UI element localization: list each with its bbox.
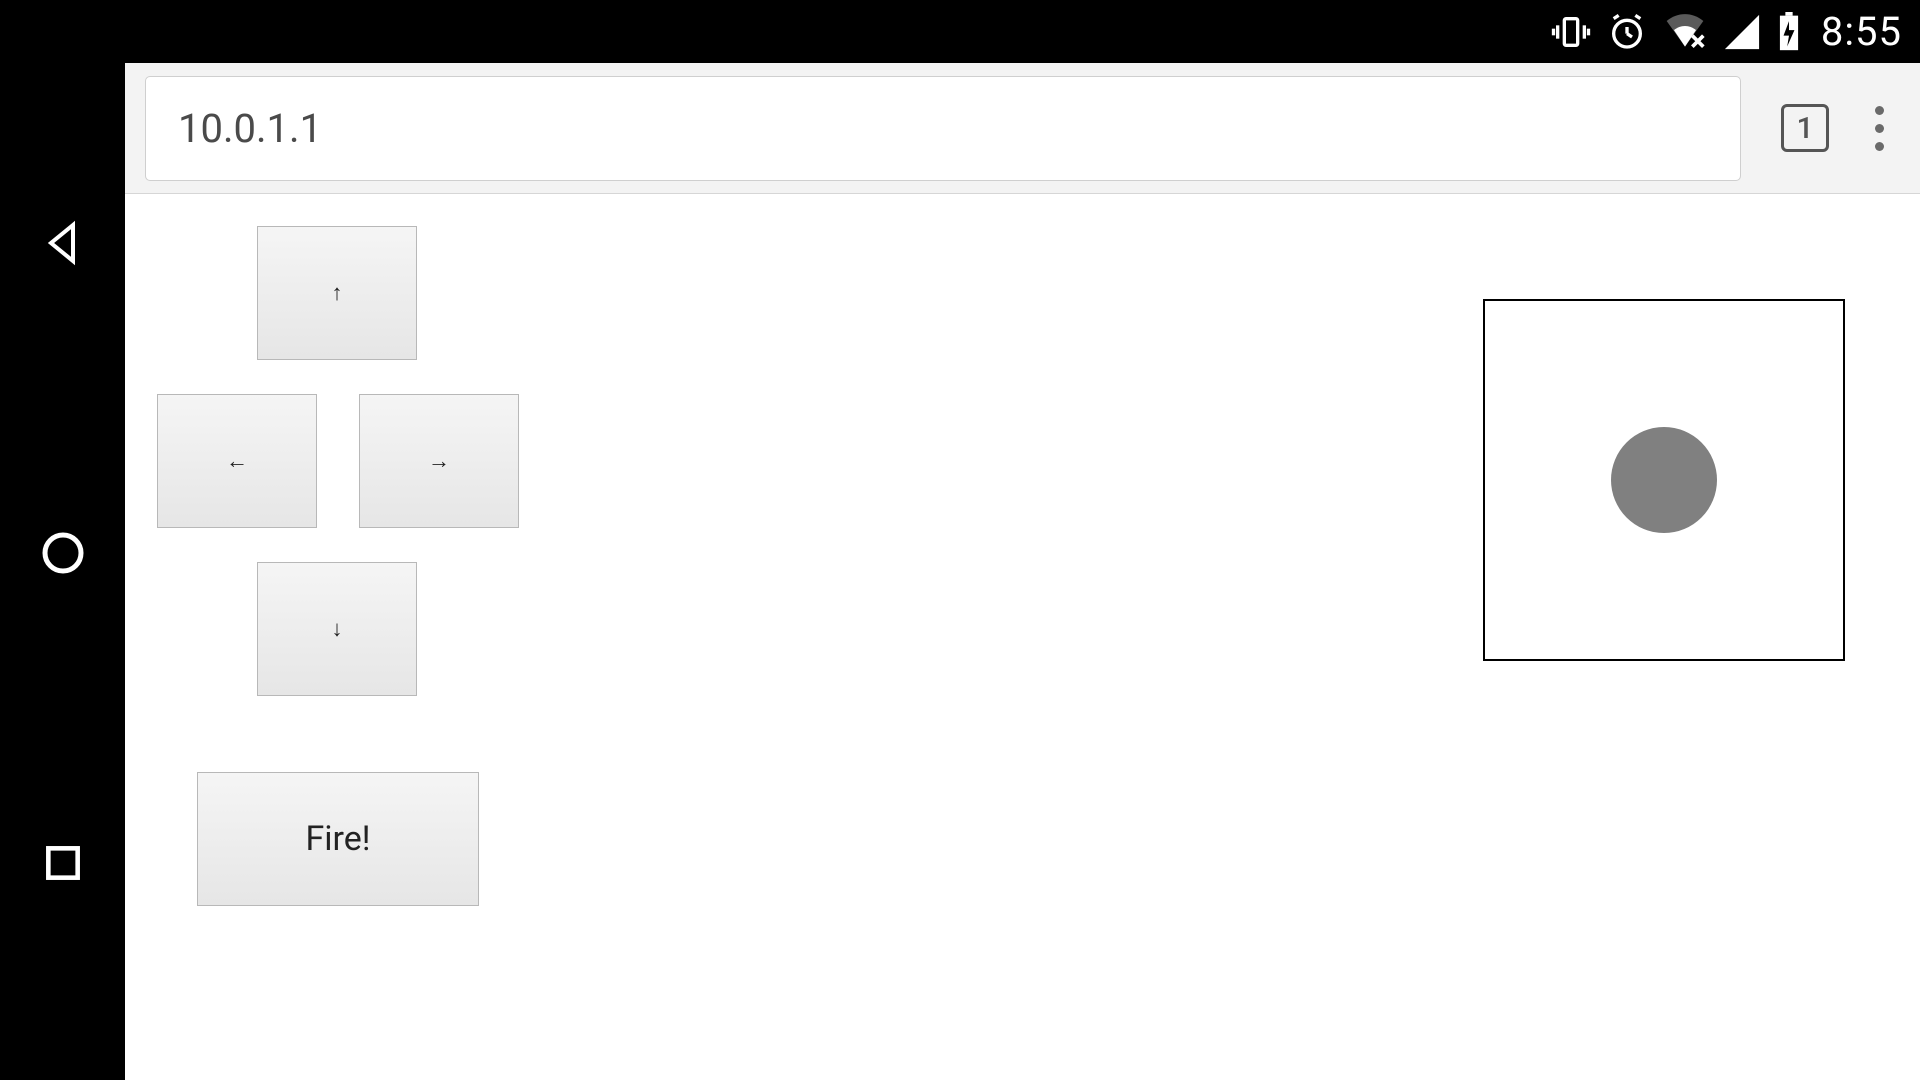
joystick-area[interactable]: [1483, 299, 1845, 661]
tab-count-label: 1: [1796, 111, 1813, 146]
arrow-down-icon: ↓: [332, 616, 343, 642]
url-input[interactable]: 10.0.1.1: [145, 76, 1741, 181]
joystick-thumb[interactable]: [1611, 427, 1717, 533]
kebab-dot-icon: [1875, 142, 1884, 151]
nav-recent-button[interactable]: [38, 838, 88, 888]
fire-button-label: Fire!: [305, 819, 370, 859]
status-icons-group: [1551, 12, 1801, 52]
right-button[interactable]: →: [359, 394, 519, 528]
kebab-dot-icon: [1875, 106, 1884, 115]
down-button[interactable]: ↓: [257, 562, 417, 696]
cell-signal-icon: [1723, 13, 1761, 51]
arrow-up-icon: ↑: [332, 280, 343, 306]
nav-home-button[interactable]: [38, 528, 88, 578]
kebab-dot-icon: [1875, 124, 1884, 133]
android-status-bar: 8:55: [0, 0, 1920, 63]
up-button[interactable]: ↑: [257, 226, 417, 360]
url-text: 10.0.1.1: [178, 105, 322, 152]
browser-toolbar: 10.0.1.1 1: [125, 63, 1920, 194]
wifi-icon: [1663, 12, 1707, 52]
status-clock: 8:55: [1821, 8, 1902, 55]
browser-window: 10.0.1.1 1 ↑ ← →: [125, 63, 1920, 1080]
fire-button[interactable]: Fire!: [197, 772, 479, 906]
vibrate-icon: [1551, 12, 1591, 52]
browser-menu-button[interactable]: [1869, 100, 1890, 157]
nav-back-button[interactable]: [38, 218, 88, 268]
alarm-icon: [1607, 12, 1647, 52]
tab-switcher-button[interactable]: 1: [1781, 104, 1829, 152]
left-button[interactable]: ←: [157, 394, 317, 528]
dpad-controls: ↑ ← → ↓ Fire!: [157, 226, 677, 906]
arrow-left-icon: ←: [226, 448, 248, 474]
arrow-right-icon: →: [428, 448, 450, 474]
page-content: ↑ ← → ↓ Fire!: [125, 194, 1920, 1080]
android-nav-bar: [0, 63, 125, 1080]
battery-charging-icon: [1777, 12, 1801, 52]
